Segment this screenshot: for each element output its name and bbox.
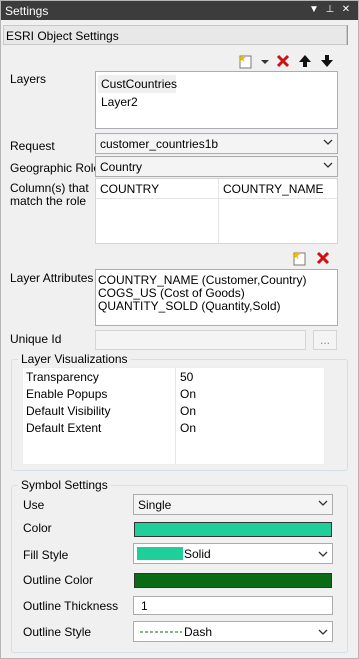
new-attribute-icon[interactable] <box>291 250 307 266</box>
outline-style-value: Dash <box>184 625 213 639</box>
outline-style-select[interactable]: Dash <box>133 621 333 642</box>
column-divider <box>218 179 219 243</box>
new-layer-icon[interactable] <box>237 53 253 69</box>
chevron-down-icon <box>318 629 328 635</box>
use-label: Use <box>23 498 45 512</box>
fill-style-value: Solid <box>184 547 211 561</box>
property-value[interactable]: On <box>180 387 196 401</box>
property-name: Transparency <box>26 370 99 384</box>
delete-attribute-icon[interactable] <box>315 250 331 266</box>
unique-id-input[interactable] <box>95 330 306 350</box>
outline-thickness-input[interactable]: 1 <box>133 596 333 615</box>
browse-button[interactable]: ... <box>313 330 337 350</box>
chevron-down-icon[interactable] <box>257 53 273 69</box>
geo-role-select[interactable]: Country <box>95 156 338 177</box>
property-value[interactable]: On <box>180 421 196 435</box>
layer-attributes-label: Layer Attributes <box>10 271 94 285</box>
panel-title: Settings <box>5 4 49 18</box>
fill-style-label: Fill Style <box>23 548 69 562</box>
close-icon[interactable]: ✕ <box>339 3 353 17</box>
use-value: Single <box>138 498 172 512</box>
fill-style-select[interactable]: Solid <box>133 543 333 564</box>
property-value[interactable]: 50 <box>180 370 193 384</box>
attribute-item[interactable]: COGS_US (Cost of Goods) <box>98 286 245 300</box>
vertical-scrollbar[interactable] <box>347 25 355 45</box>
property-name: Enable Popups <box>26 387 108 401</box>
outline-thickness-label: Outline Thickness <box>23 599 119 613</box>
layer-item-2[interactable]: Layer2 <box>101 95 138 109</box>
chevron-down-icon <box>318 551 328 557</box>
geo-role-label: Geographic Role <box>10 161 101 175</box>
outline-color-swatch[interactable] <box>134 573 332 588</box>
pin-icon[interactable]: ⊥ <box>323 3 337 17</box>
outline-style-label: Outline Style <box>23 625 92 639</box>
fill-preview <box>137 547 183 560</box>
arrow-down-icon[interactable] <box>319 53 335 69</box>
column-header-country-name: COUNTRY_NAME <box>223 182 324 196</box>
section-title: ESRI Object Settings <box>6 29 119 43</box>
outline-color-label: Outline Color <box>23 573 94 587</box>
use-select[interactable]: Single <box>133 494 333 515</box>
request-select[interactable]: customer_countries1b <box>95 133 338 154</box>
property-value[interactable]: On <box>180 404 196 418</box>
attribute-item[interactable]: QUANTITY_SOLD (Quantity,Sold) <box>98 299 281 313</box>
list-item-selected[interactable]: CustCountries <box>98 75 178 93</box>
layer-attributes-list[interactable]: COUNTRY_NAME (Customer,Country) COGS_US … <box>95 269 338 326</box>
outline-thickness-value: 1 <box>141 599 148 613</box>
dash-line-preview <box>140 631 182 633</box>
layers-label: Layers <box>10 72 47 86</box>
browse-label: ... <box>319 333 330 347</box>
color-swatch[interactable] <box>134 522 332 537</box>
symbol-settings-title: Symbol Settings <box>18 478 111 492</box>
property-name: Default Visibility <box>26 404 111 418</box>
request-label: Request <box>10 139 55 153</box>
unique-id-label: Unique Id <box>10 332 62 346</box>
arrow-up-icon[interactable] <box>297 53 313 69</box>
geo-role-value: Country <box>100 160 143 174</box>
layer-item-1: CustCountries <box>101 77 178 91</box>
chevron-down-icon <box>318 500 328 506</box>
request-value: customer_countries1b <box>100 137 219 151</box>
grid-column-divider <box>175 368 176 464</box>
color-label: Color <box>23 521 52 535</box>
settings-panel: Settings ▼ ⊥ ✕ ESRI Object Settings Laye… <box>0 0 359 659</box>
columns-label: Column(s) that match the role <box>10 181 89 208</box>
property-name: Default Extent <box>26 421 102 435</box>
visualizations-grid[interactable]: Transparency 50 Enable Popups On Default… <box>22 367 325 465</box>
column-header-country: COUNTRY <box>100 182 160 196</box>
chevron-down-icon <box>323 162 333 168</box>
delete-icon[interactable] <box>275 53 291 69</box>
header-divider <box>96 198 337 199</box>
title-bar: Settings ▼ ⊥ ✕ <box>1 1 358 20</box>
columns-grid[interactable]: COUNTRY COUNTRY_NAME <box>95 178 338 244</box>
section-header: ESRI Object Settings <box>3 25 347 45</box>
chevron-down-icon <box>323 139 333 145</box>
dropdown-icon[interactable]: ▼ <box>307 3 321 17</box>
layers-list[interactable]: CustCountries Layer2 <box>95 71 338 129</box>
layer-visualizations-title: Layer Visualizations <box>18 352 131 366</box>
attribute-item[interactable]: COUNTRY_NAME (Customer,Country) <box>98 273 307 287</box>
